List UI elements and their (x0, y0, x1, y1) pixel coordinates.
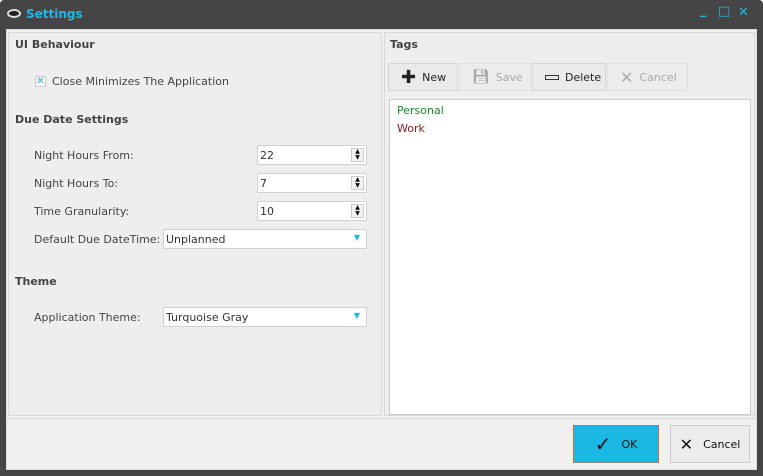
granularity-label: Time Granularity: (34, 205, 130, 218)
tags-panel: Tags ✚ New 💾︎ Save Delete ✕ Cancel Personal… (384, 32, 755, 416)
maximize-button[interactable]: □ (718, 4, 730, 19)
new-label: New (422, 70, 447, 84)
x-icon: ✕ (679, 434, 694, 454)
floppy-disk-icon: 💾︎ (472, 69, 490, 85)
theme-heading: Theme (15, 275, 57, 288)
close-minimizes-label[interactable]: Close Minimizes The Application (52, 75, 229, 88)
night-to-input[interactable]: 7 ▲ ▼ (257, 173, 367, 193)
cancel-label: Cancel (639, 70, 677, 84)
app-theme-select[interactable]: Turquoise Gray ▼ (163, 307, 367, 327)
app-theme-label: Application Theme: (34, 311, 141, 324)
save-tag-button[interactable]: 💾︎ Save (459, 63, 531, 91)
night-from-input[interactable]: 22 ▲ ▼ (257, 145, 367, 165)
minus-icon (545, 74, 559, 80)
settings-window: Settings _ □ ✕ UI Behaviour ✕ Close Mini… (0, 0, 763, 476)
app-theme-value: Turquoise Gray (166, 311, 249, 324)
night-from-value: 22 (260, 149, 274, 162)
spin-updown-icon[interactable]: ▲ ▼ (351, 148, 364, 162)
night-to-label: Night Hours To: (34, 177, 119, 190)
dialog-body: UI Behaviour ✕ Close Minimizes The Appli… (6, 29, 757, 470)
title-bar[interactable]: Settings _ □ ✕ (0, 0, 763, 28)
cancel-label: Cancel (703, 437, 741, 451)
delete-label: Delete (565, 70, 602, 84)
x-icon: ✕ (620, 67, 634, 87)
granularity-input[interactable]: 10 ▲ ▼ (257, 201, 367, 221)
ui-behaviour-heading: UI Behaviour (15, 38, 95, 51)
cancel-tag-button[interactable]: ✕ Cancel (607, 63, 688, 91)
minimize-button[interactable]: _ (700, 3, 707, 18)
save-label: Save (495, 70, 523, 84)
checkmark-icon: ✓ (594, 432, 612, 456)
tag-item-work[interactable]: Work (397, 122, 425, 135)
night-from-label: Night Hours From: (34, 149, 134, 162)
spin-updown-icon[interactable]: ▲ ▼ (351, 176, 364, 190)
ok-label: OK (621, 437, 638, 451)
ok-button[interactable]: ✓ OK (573, 425, 659, 463)
night-to-value: 7 (260, 177, 267, 190)
plus-icon: ✚ (401, 66, 417, 88)
tag-item-personal[interactable]: Personal (397, 104, 444, 117)
new-tag-button[interactable]: ✚ New (388, 63, 458, 91)
default-due-label: Default Due DateTime: (34, 233, 161, 246)
close-button[interactable]: ✕ (738, 5, 749, 20)
granularity-value: 10 (260, 205, 274, 218)
app-eye-icon (7, 9, 21, 18)
dialog-footer: ✓ OK ✕ Cancel (7, 418, 756, 469)
general-settings-panel: UI Behaviour ✕ Close Minimizes The Appli… (8, 32, 382, 416)
default-due-select[interactable]: Unplanned ▼ (163, 229, 367, 249)
chevron-down-icon: ▼ (353, 233, 360, 242)
tags-heading: Tags (390, 38, 418, 51)
window-title: Settings (26, 7, 83, 21)
spin-updown-icon[interactable]: ▲ ▼ (351, 204, 364, 218)
default-due-value: Unplanned (166, 233, 226, 246)
chevron-down-icon: ▼ (353, 311, 360, 320)
tags-list[interactable]: Personal Work (389, 99, 751, 415)
close-minimizes-checkbox[interactable]: ✕ (35, 76, 46, 87)
delete-tag-button[interactable]: Delete (532, 63, 606, 91)
cancel-button[interactable]: ✕ Cancel (670, 425, 750, 463)
due-date-heading: Due Date Settings (15, 113, 129, 126)
